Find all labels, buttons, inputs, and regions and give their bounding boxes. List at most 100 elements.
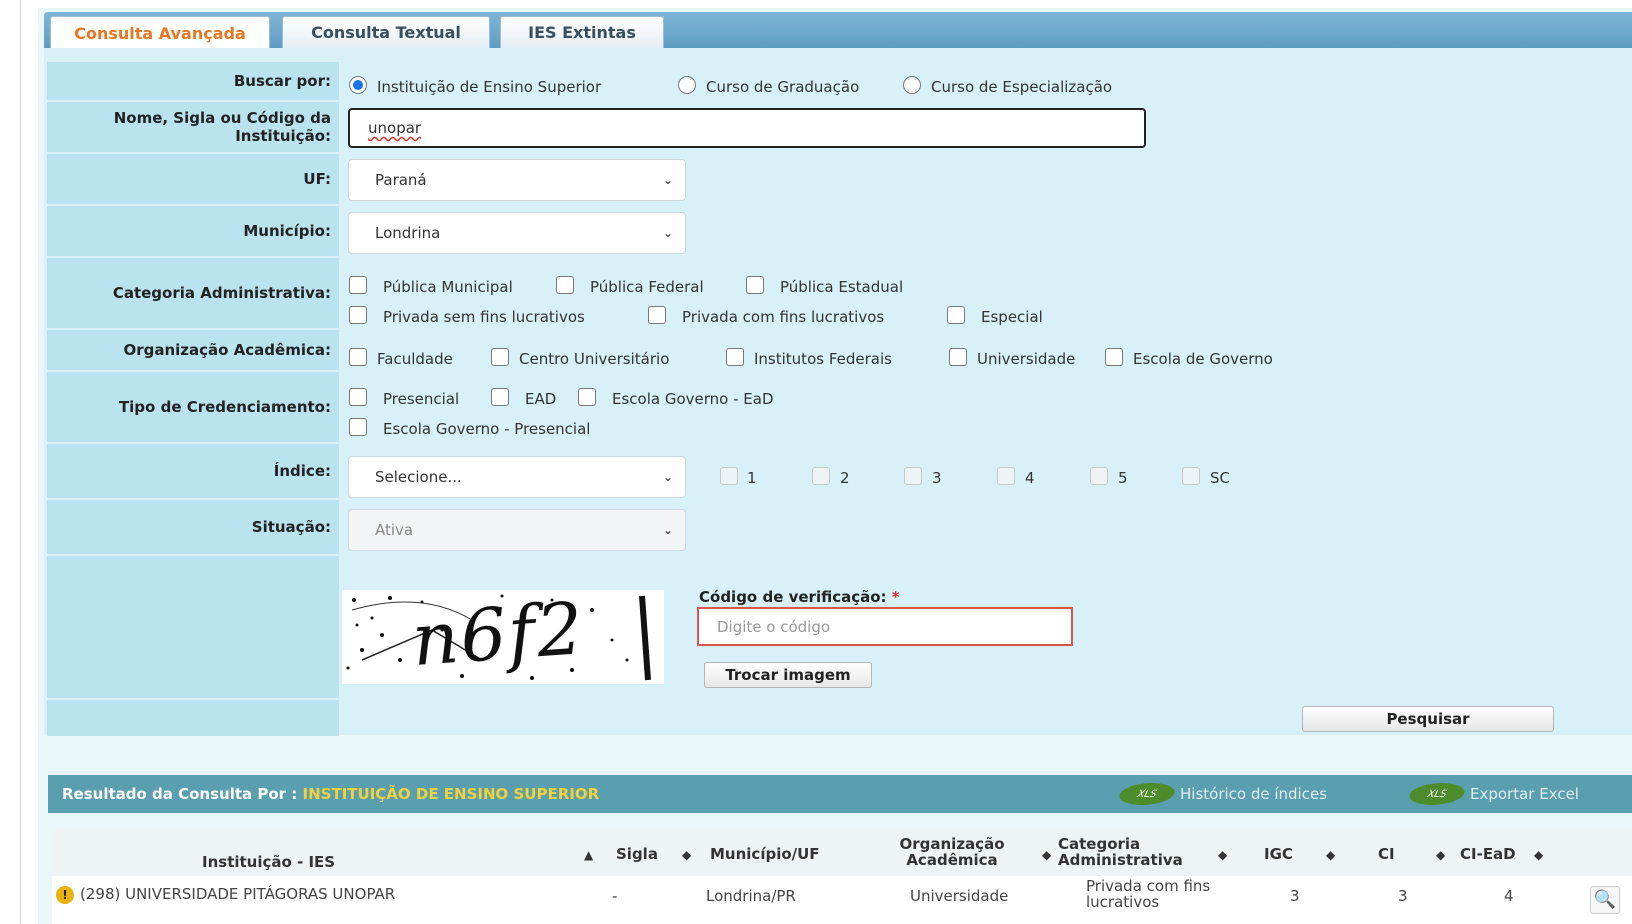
- uf-select-value: Paraná: [375, 171, 427, 189]
- sort-asc-icon[interactable]: ▲: [584, 848, 593, 862]
- checkbox-escola-governo-presencial[interactable]: [349, 418, 367, 436]
- table-row[interactable]: ! (298) UNIVERSIDADE PITÁGORAS UNOPAR - L…: [52, 876, 1632, 924]
- sort-icon[interactable]: ◆: [1326, 848, 1335, 862]
- tab-ies-extintas[interactable]: IES Extintas: [500, 16, 664, 48]
- checkbox-publica-estadual[interactable]: [746, 276, 764, 294]
- col-ci[interactable]: CI: [1378, 846, 1395, 862]
- checkbox-indice-3[interactable]: [904, 467, 922, 485]
- cell-ci-ead: 4: [1504, 887, 1514, 905]
- checkbox-label: Privada com fins lucrativos: [682, 308, 885, 326]
- checkbox-privada-sem-fins[interactable]: [349, 306, 367, 324]
- sort-icon[interactable]: ◆: [682, 848, 691, 862]
- checkbox-publica-federal[interactable]: [556, 276, 574, 294]
- pesquisar-button[interactable]: Pesquisar: [1302, 706, 1554, 732]
- uf-select[interactable]: Paraná ⌄: [348, 159, 686, 201]
- checkbox-universidade[interactable]: [949, 348, 967, 366]
- chevron-down-icon: ⌄: [662, 470, 673, 484]
- col-sigla[interactable]: Sigla: [616, 846, 658, 862]
- checkbox-privada-com-fins[interactable]: [648, 306, 666, 324]
- checkbox-indice-5[interactable]: [1090, 467, 1108, 485]
- sort-icon[interactable]: ◆: [1218, 848, 1227, 862]
- col-municipio[interactable]: Município/UF: [710, 846, 820, 862]
- radio-graduacao[interactable]: [678, 76, 696, 94]
- checkbox-label: 1: [747, 469, 757, 487]
- situacao-select[interactable]: Ativa ⌄: [348, 509, 686, 551]
- tab-consulta-avancada[interactable]: Consulta Avançada: [50, 16, 270, 50]
- checkbox-ead[interactable]: [491, 388, 509, 406]
- checkbox-centro-universitario[interactable]: [491, 348, 509, 366]
- nome-label: Nome, Sigla ou Código da Instituição:: [47, 102, 339, 152]
- sort-icon[interactable]: ◆: [1534, 848, 1543, 862]
- checkbox-presencial[interactable]: [349, 388, 367, 406]
- tab-consulta-textual[interactable]: Consulta Textual: [282, 16, 490, 48]
- results-title-value: INSTITUIÇÃO DE ENSINO SUPERIOR: [302, 785, 600, 803]
- col-organizacao[interactable]: Organização Acadêmica: [890, 836, 1014, 868]
- exportar-excel-link[interactable]: XLS Exportar Excel: [1404, 783, 1579, 805]
- checkbox-label: Escola Governo - EaD: [612, 390, 774, 408]
- checkbox-label: SC: [1210, 469, 1230, 487]
- municipio-select[interactable]: Londrina ⌄: [348, 212, 686, 254]
- cell-instituicao[interactable]: ! (298) UNIVERSIDADE PITÁGORAS UNOPAR: [56, 886, 395, 904]
- historico-label: Histórico de índices: [1180, 785, 1328, 803]
- buscar-por-label: Buscar por:: [47, 62, 339, 100]
- instituicao-name: (298) UNIVERSIDADE PITÁGORAS UNOPAR: [80, 885, 396, 903]
- exportar-label: Exportar Excel: [1470, 785, 1579, 803]
- sort-icon[interactable]: ◆: [1436, 848, 1445, 862]
- col-igc[interactable]: IGC: [1264, 846, 1293, 862]
- municipio-select-value: Londrina: [375, 224, 441, 242]
- chevron-down-icon: ⌄: [662, 523, 673, 537]
- checkbox-indice-sc[interactable]: [1182, 467, 1200, 485]
- categoria-label: Categoria Administrativa:: [47, 258, 339, 328]
- sort-icon[interactable]: ◆: [1042, 848, 1051, 862]
- checkbox-faculdade[interactable]: [349, 348, 367, 366]
- required-marker: *: [891, 588, 900, 606]
- checkbox-label: Pública Federal: [590, 278, 704, 296]
- checkbox-label: Escola de Governo: [1133, 350, 1273, 368]
- checkbox-escola-governo-ead[interactable]: [578, 388, 596, 406]
- checkbox-label: Escola Governo - Presencial: [383, 420, 591, 438]
- warning-icon: !: [56, 886, 74, 904]
- checkbox-label: Especial: [981, 308, 1043, 326]
- checkbox-label: Centro Universitário: [519, 350, 670, 368]
- results-table-header: Instituição - IES ▲ Sigla ◆ Município/UF…: [52, 828, 1632, 876]
- cell-municipio: Londrina/PR: [706, 887, 796, 905]
- captcha-label-cell: [47, 556, 339, 698]
- historico-link[interactable]: XLS Histórico de índices: [1114, 783, 1328, 805]
- captcha-text: n6f2: [409, 590, 588, 682]
- checkbox-indice-2[interactable]: [812, 467, 830, 485]
- checkbox-label: 5: [1118, 469, 1128, 487]
- radio-ies[interactable]: [349, 76, 367, 94]
- checkbox-institutos-federais[interactable]: [726, 348, 744, 366]
- chevron-down-icon: ⌄: [662, 226, 673, 240]
- trocar-imagem-button[interactable]: Trocar imagem: [704, 662, 872, 688]
- codigo-input[interactable]: Digite o código: [697, 607, 1073, 646]
- checkbox-especial[interactable]: [947, 306, 965, 324]
- checkbox-label: 2: [840, 469, 850, 487]
- chevron-down-icon: ⌄: [662, 173, 673, 187]
- checkbox-escola-de-governo[interactable]: [1105, 348, 1123, 366]
- col-ci-ead[interactable]: CI-EaD: [1460, 846, 1516, 862]
- results-header: Resultado da Consulta Por : INSTITUIÇÃO …: [48, 775, 1632, 813]
- results-title-prefix: Resultado da Consulta Por :: [62, 785, 298, 803]
- magnifier-icon[interactable]: 🔍: [1590, 886, 1620, 914]
- checkbox-label: 4: [1025, 469, 1035, 487]
- radio-especializacao[interactable]: [903, 76, 921, 94]
- indice-select[interactable]: Selecione... ⌄: [348, 456, 686, 498]
- spreadsheet-icon: XLS: [1114, 783, 1180, 805]
- nome-input[interactable]: unopar: [348, 108, 1146, 148]
- spreadsheet-icon: XLS: [1404, 783, 1470, 805]
- codigo-label-text: Código de verificação:: [699, 588, 887, 606]
- checkbox-indice-4[interactable]: [997, 467, 1015, 485]
- checkbox-publica-municipal[interactable]: [349, 276, 367, 294]
- col-categoria[interactable]: Categoria Administrativa: [1058, 836, 1208, 868]
- left-divider: [20, 0, 21, 924]
- codigo-label: Código de verificação: *: [699, 588, 900, 606]
- page: Consulta Avançada Consulta Textual IES E…: [0, 0, 1632, 924]
- col-instituicao[interactable]: Instituição - IES: [202, 854, 335, 870]
- radio-especializacao-label: Curso de Especialização: [931, 78, 1113, 96]
- radio-ies-label: Instituição de Ensino Superior: [377, 78, 602, 96]
- checkbox-label: Universidade: [977, 350, 1076, 368]
- tab-bar: Consulta Avançada Consulta Textual IES E…: [44, 12, 1632, 50]
- checkbox-indice-1[interactable]: [720, 467, 738, 485]
- checkbox-label: Pública Estadual: [780, 278, 904, 296]
